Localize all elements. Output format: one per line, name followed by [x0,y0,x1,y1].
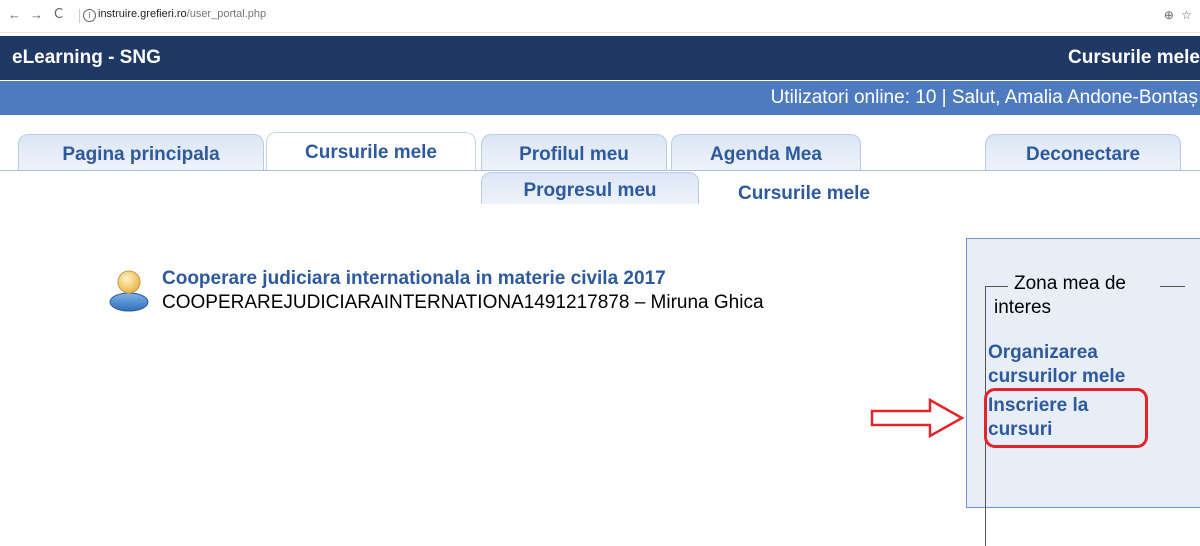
info-icon[interactable]: i [83,9,96,22]
bookmark-star-icon[interactable]: ☆ [1181,8,1192,22]
user-status-text: Utilizatori online: 10 | Salut, Amalia A… [770,87,1198,108]
interest-legend: Zona mea de interes [994,272,1160,320]
organize-courses-line-2: cursurilor mele [988,366,1126,387]
annotation-highlight-box [984,388,1148,448]
legend-line-1: Zona mea de [1014,273,1126,294]
organize-courses-line-1: Organizarea [988,342,1098,363]
tab-deconectare[interactable]: Deconectare [985,134,1181,170]
address-bar-actions: ⊕ ☆ [1160,8,1192,22]
subtab-progresul-meu[interactable]: Progresul meu [481,172,699,204]
url-path: /user_portal.php [186,8,267,20]
site-title: eLearning - SNG [12,47,161,68]
user-icon [109,270,149,312]
course-title-link[interactable]: Cooperare judiciara internationala in ma… [162,268,666,290]
course-code-text: COOPERAREJUDICIARAINTERNATIONA1491217878… [162,292,764,313]
subtab-cursurile-mele[interactable]: Cursurile mele [738,183,870,205]
tab-agenda-mea[interactable]: Agenda Mea [671,134,861,170]
browser-address-bar: ← → C i instruire.grefieri.ro/user_porta… [0,0,1200,33]
address-divider [79,9,80,23]
tab-pagina-principala[interactable]: Pagina principala [18,134,264,170]
address-url[interactable]: instruire.grefieri.ro/user_portal.php [98,8,266,20]
tab-cursurile-mele[interactable]: Cursurile mele [266,132,476,170]
forward-arrow-icon[interactable]: → [30,8,43,22]
user-bar: Utilizatori online: 10 | Salut, Amalia A… [0,81,1200,115]
back-arrow-icon[interactable]: ← [8,8,21,22]
reload-icon[interactable]: C [54,8,63,22]
zoom-icon[interactable]: ⊕ [1164,8,1174,22]
tab-profilul-meu[interactable]: Profilul meu [481,134,667,170]
annotation-arrow-icon [870,397,965,439]
legend-line-2: interes [994,297,1052,318]
site-header: eLearning - SNG Cursurile mele [0,36,1200,80]
url-host: instruire.grefieri.ro [98,8,187,20]
organize-courses-link[interactable]: Organizarea cursurilor mele [988,341,1125,389]
page-title: Cursurile mele [1068,47,1200,68]
